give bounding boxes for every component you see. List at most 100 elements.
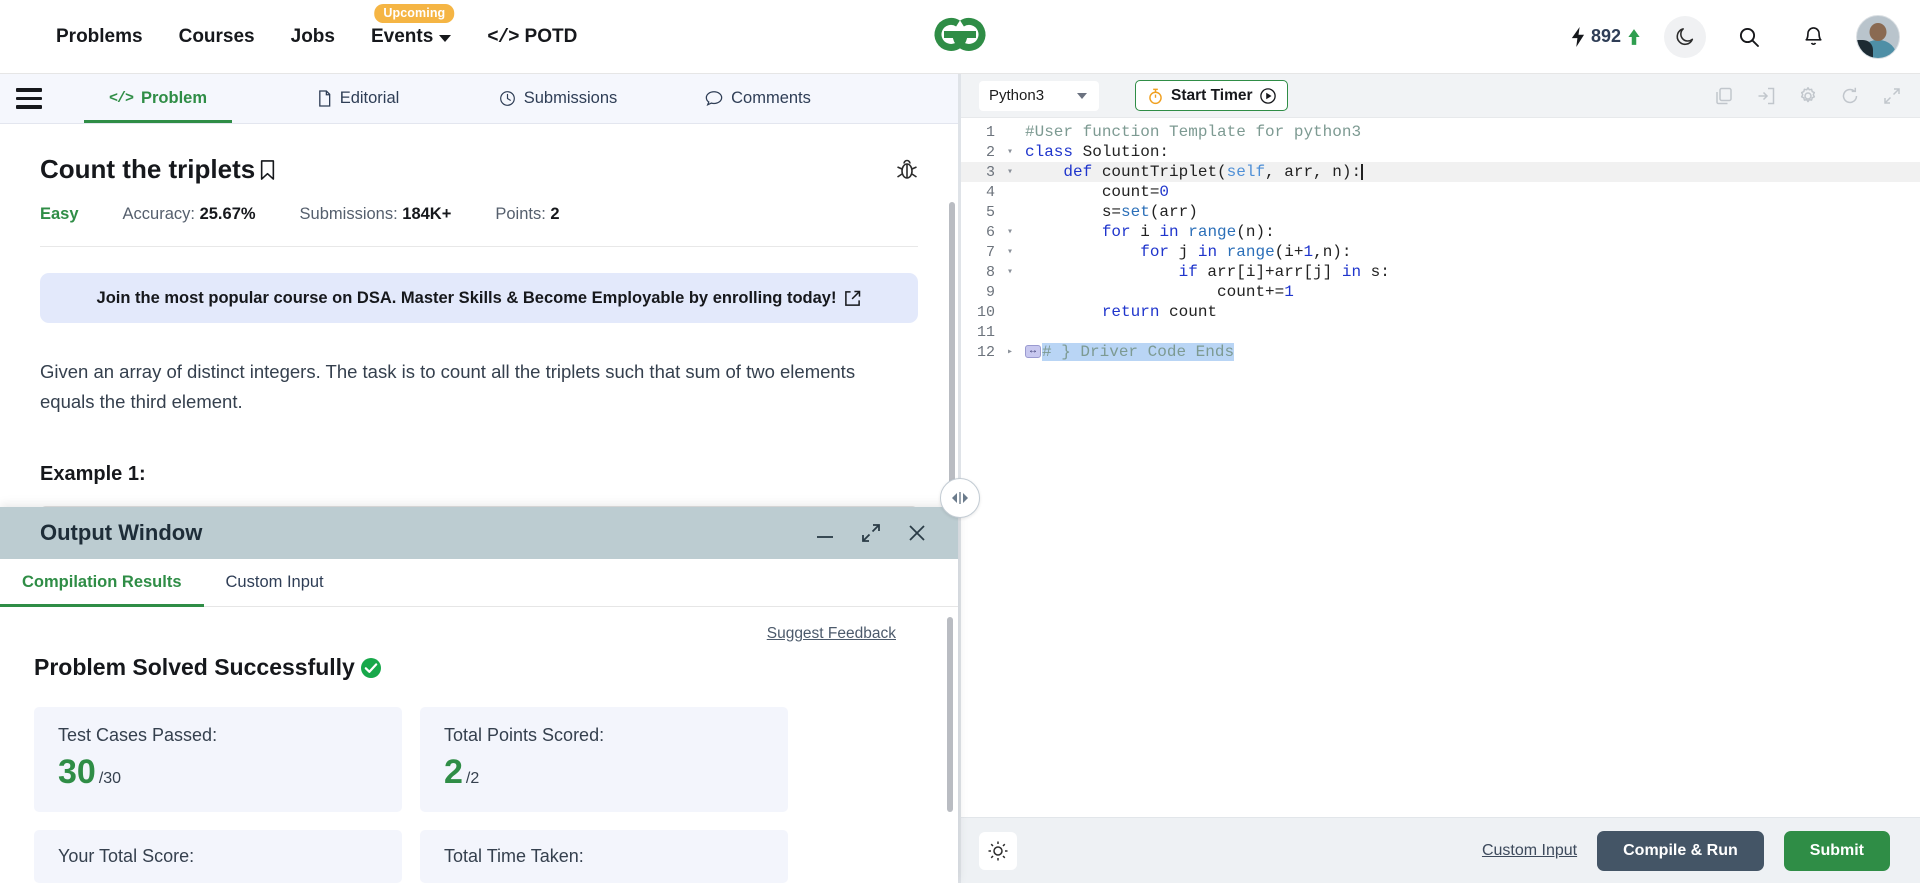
import-code-icon[interactable] bbox=[1756, 86, 1776, 106]
code-line[interactable]: 5 s=set(arr) bbox=[961, 202, 1920, 222]
code-text: s=set(arr) bbox=[1019, 203, 1198, 221]
close-icon[interactable] bbox=[906, 522, 928, 544]
points-value: 2 bbox=[550, 205, 560, 223]
card-label: Your Total Score: bbox=[58, 846, 195, 866]
code-line[interactable]: 11 bbox=[961, 322, 1920, 342]
expand-icon[interactable] bbox=[860, 522, 882, 544]
code-line[interactable]: 9 count+=1 bbox=[961, 282, 1920, 302]
code-token: set bbox=[1121, 203, 1150, 221]
tab-label: Editorial bbox=[339, 89, 400, 107]
code-token: count= bbox=[1025, 183, 1160, 201]
copy-code-icon[interactable] bbox=[1714, 86, 1734, 106]
hint-bulb-icon[interactable] bbox=[979, 831, 1017, 870]
code-fold-toggle[interactable]: ▾ bbox=[1001, 146, 1019, 158]
bookmark-icon[interactable] bbox=[259, 159, 276, 181]
text-cursor bbox=[1361, 163, 1363, 180]
output-window-scrollbar[interactable] bbox=[947, 617, 953, 812]
notifications-button[interactable] bbox=[1792, 16, 1834, 58]
suggest-feedback-link[interactable]: Suggest Feedback bbox=[767, 625, 896, 643]
tab-compilation-results[interactable]: Compilation Results bbox=[0, 559, 204, 607]
promo-banner[interactable]: Join the most popular course on DSA. Mas… bbox=[40, 273, 918, 323]
submit-button[interactable]: Submit bbox=[1783, 830, 1890, 871]
code-token: def bbox=[1063, 163, 1093, 181]
code-token: count bbox=[1159, 303, 1218, 321]
solved-status: Problem Solved Successfully bbox=[34, 654, 924, 681]
code-editor-area[interactable]: 1 #User function Template for python3 2 ▾ cl… bbox=[961, 118, 1920, 817]
fullscreen-icon[interactable] bbox=[1882, 86, 1902, 106]
tab-editorial[interactable]: Editorial bbox=[258, 74, 458, 123]
submissions-value: 184K+ bbox=[402, 205, 452, 223]
code-line[interactable]: 7 ▾ for j in range(i+1,n): bbox=[961, 242, 1920, 262]
code-token: 1 bbox=[1303, 243, 1314, 261]
code-line[interactable]: 6 ▾ for i in range(n): bbox=[961, 222, 1920, 242]
points-label: Points: bbox=[495, 205, 546, 223]
code-fold-toggle[interactable]: ▸ bbox=[1001, 346, 1019, 358]
dark-mode-toggle[interactable] bbox=[1664, 15, 1706, 58]
code-token: in bbox=[1159, 223, 1179, 241]
language-selector[interactable]: Python3 bbox=[979, 80, 1099, 111]
code-editor-panel: Python3 Start Timer 1 #User function Tem… bbox=[961, 74, 1920, 883]
hamburger-menu-icon[interactable] bbox=[0, 74, 58, 123]
top-navigation-bar: Problems Courses Jobs Upcoming Events </… bbox=[0, 0, 1920, 74]
tab-problem[interactable]: </> Problem bbox=[58, 74, 258, 123]
result-cards-grid: Test Cases Passed: 30 /30 Total Points S… bbox=[34, 707, 924, 883]
code-line[interactable]: 12 ▸ ↔ # } Driver Code Ends bbox=[961, 342, 1920, 362]
tab-comments[interactable]: Comments bbox=[658, 74, 858, 123]
tab-label: Comments bbox=[731, 89, 811, 107]
nav-label: Problems bbox=[56, 25, 143, 47]
bell-icon bbox=[1804, 26, 1822, 45]
score-value: 892 bbox=[1590, 26, 1621, 46]
line-number: 7 bbox=[985, 243, 995, 261]
code-line[interactable]: 2 ▾ class Solution: bbox=[961, 142, 1920, 162]
tab-custom-input[interactable]: Custom Input bbox=[204, 559, 346, 606]
comment-icon bbox=[705, 91, 723, 107]
code-token: in bbox=[1341, 263, 1362, 281]
output-window: Output Window Compilation Results Custom… bbox=[0, 507, 958, 883]
reset-code-icon[interactable] bbox=[1840, 86, 1860, 106]
code-text: for i in range(n): bbox=[1019, 223, 1275, 241]
line-number: 2 bbox=[985, 143, 995, 161]
nav-item-potd[interactable]: </> POTD bbox=[487, 26, 577, 48]
nav-label: POTD bbox=[524, 25, 578, 47]
search-button[interactable] bbox=[1728, 16, 1770, 58]
editor-settings-icon[interactable] bbox=[1798, 86, 1818, 106]
tab-submissions[interactable]: Submissions bbox=[458, 74, 658, 123]
upcoming-badge: Upcoming bbox=[374, 3, 455, 23]
code-line[interactable]: 8 ▾ if arr[i]+arr[j] in s: bbox=[961, 262, 1920, 282]
result-card-points: Total Points Scored: 2 /2 bbox=[420, 707, 788, 812]
play-circle-icon bbox=[1259, 87, 1276, 104]
score-indicator[interactable]: 892 bbox=[1571, 26, 1642, 47]
code-text: count+=1 bbox=[1019, 283, 1294, 301]
minimize-icon[interactable] bbox=[814, 525, 836, 541]
nav-item-jobs[interactable]: Jobs bbox=[291, 26, 335, 48]
panel-resize-handle[interactable] bbox=[940, 478, 980, 518]
code-token: self bbox=[1226, 163, 1266, 181]
output-window-header: Output Window bbox=[0, 507, 958, 559]
geeksforgeeks-logo[interactable] bbox=[926, 14, 994, 59]
custom-input-link[interactable]: Custom Input bbox=[1482, 842, 1577, 860]
code-fold-toggle[interactable]: ▾ bbox=[1001, 226, 1019, 238]
code-line[interactable]: 3 ▾ def countTriplet(self, arr, n): bbox=[961, 162, 1920, 182]
submissions-stat: Submissions: 184K+ bbox=[300, 205, 452, 224]
editor-action-bar: Custom Input Compile & Run Submit bbox=[961, 817, 1920, 883]
tab-label: Submissions bbox=[523, 89, 618, 107]
code-line[interactable]: 10 return count bbox=[961, 302, 1920, 322]
code-fold-toggle[interactable]: ▾ bbox=[1001, 166, 1019, 178]
bug-report-icon[interactable] bbox=[896, 158, 918, 187]
code-line[interactable]: 4 count=0 bbox=[961, 182, 1920, 202]
code-text: count=0 bbox=[1019, 183, 1169, 201]
user-avatar[interactable] bbox=[1856, 14, 1900, 59]
compile-and-run-button[interactable]: Compile & Run bbox=[1597, 830, 1764, 871]
code-fold-toggle[interactable]: ▾ bbox=[1001, 246, 1019, 258]
language-value: Python3 bbox=[989, 87, 1045, 104]
submissions-label: Submissions: bbox=[299, 205, 398, 223]
start-timer-button[interactable]: Start Timer bbox=[1135, 80, 1288, 111]
nav-item-courses[interactable]: Courses bbox=[179, 26, 255, 48]
nav-item-events[interactable]: Upcoming Events bbox=[371, 3, 455, 48]
code-line[interactable]: 1 #User function Template for python3 bbox=[961, 122, 1920, 142]
code-fold-toggle[interactable]: ▾ bbox=[1001, 266, 1019, 278]
collapsed-code-widget[interactable]: ↔ bbox=[1025, 345, 1042, 359]
nav-item-problems[interactable]: Problems bbox=[56, 26, 143, 48]
